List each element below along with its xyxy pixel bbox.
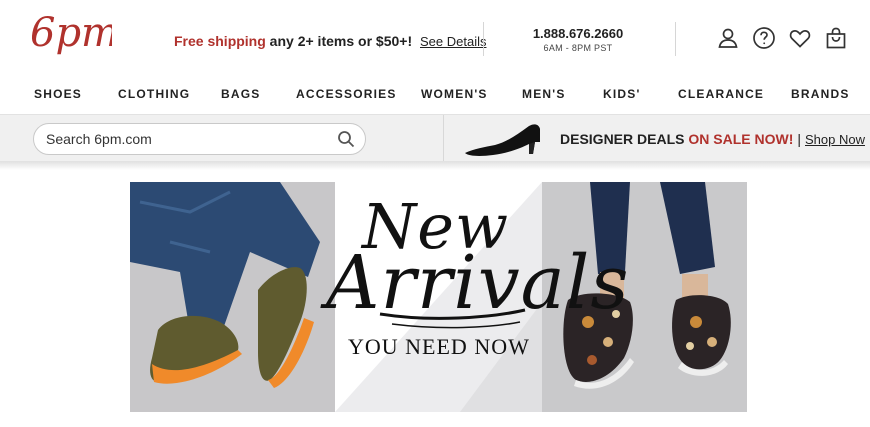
nav-kids[interactable]: KIDS' [603,87,641,101]
shopping-bag-icon[interactable] [824,26,848,50]
deal-separator: | [797,131,801,147]
site-header: 6pm Free shipping any 2+ items or $50+! … [0,0,870,76]
help-icon[interactable] [752,26,776,50]
logo-text: 6pm [30,10,112,56]
shop-now-link[interactable]: Shop Now [805,132,865,147]
logo-6pm[interactable]: 6pm [28,6,119,62]
nav-bags[interactable]: BAGS [221,87,260,101]
designer-deals-banner: DESIGNER DEALS ON SALE NOW! | Shop Now [560,131,865,147]
hero-tagline: YOU NEED NOW [348,334,530,359]
search-icon[interactable] [337,130,355,148]
band-divider [443,115,444,161]
designer-heel-image[interactable] [463,120,543,158]
deal-sale-text: ON SALE NOW! [688,131,794,147]
header-icons [716,26,848,52]
main-nav: SHOES CLOTHING BAGS ACCESSORIES WOMEN'S … [0,76,870,114]
nav-clothing[interactable]: CLOTHING [118,87,190,101]
account-icon[interactable] [716,26,740,50]
nav-clearance[interactable]: CLEARANCE [678,87,764,101]
deal-text: DESIGNER DEALS [560,131,689,147]
search-deals-band: DESIGNER DEALS ON SALE NOW!| Shop Now [0,114,870,162]
favorites-heart-icon[interactable] [788,26,812,50]
band-shadow [0,162,870,170]
header-divider [483,22,484,56]
search-box [33,123,366,155]
phone-contact: 1.888.676.2660 6AM - 8PM PST [520,26,636,53]
nav-shoes[interactable]: SHOES [34,87,82,101]
new-arrivals-hero[interactable]: New Arrivals YOU NEED NOW [130,182,747,412]
hero-script-arrivals: Arrivals [326,240,630,326]
nav-accessories[interactable]: ACCESSORIES [296,87,397,101]
search-input[interactable] [46,124,326,154]
nav-mens[interactable]: MEN'S [522,87,566,101]
logo-mark: 6pm [30,10,119,56]
phone-hours: 6AM - 8PM PST [543,43,613,53]
promo-text: any 2+ items or $50+! [265,33,413,49]
promo-highlight: Free shipping [174,33,266,49]
see-details-link[interactable]: See Details [420,34,486,49]
phone-number: 1.888.676.2660 [532,26,624,41]
nav-brands[interactable]: BRANDS [791,87,850,101]
shipping-promo: Free shipping any 2+ items or $50+! See … [174,33,486,49]
header-divider [675,22,676,56]
nav-womens[interactable]: WOMEN'S [421,87,488,101]
